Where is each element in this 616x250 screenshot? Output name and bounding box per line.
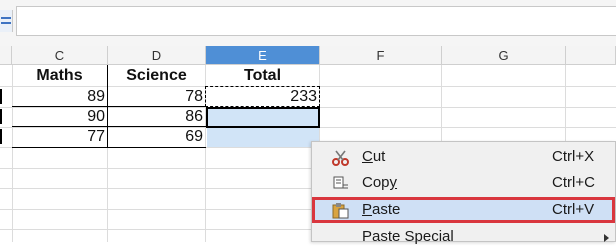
column-header-h[interactable] <box>566 46 616 65</box>
submenu-arrow-icon <box>604 234 609 242</box>
context-menu: Cut Ctrl+X Copy Ctrl+C Paste Ctrl+V Past… <box>311 141 616 245</box>
menu-item-paste[interactable]: Paste Ctrl+V <box>312 197 615 223</box>
copy-icon <box>332 175 350 191</box>
cell-science[interactable]: 86 <box>108 107 205 126</box>
menu-item-cut[interactable]: Cut Ctrl+X <box>312 144 615 170</box>
cell-maths[interactable]: 77 <box>12 127 107 146</box>
column-header-c[interactable]: C <box>12 46 108 65</box>
shortcut-copy: Ctrl+C <box>552 174 595 191</box>
menu-item-paste-special-label: Paste Special <box>362 228 454 245</box>
column-header-g[interactable]: G <box>442 46 566 65</box>
menu-item-paste-special[interactable]: Paste Special <box>312 224 615 250</box>
menu-item-cut-label: Cut <box>362 148 386 165</box>
shortcut-paste: Ctrl+V <box>552 201 595 218</box>
table-border <box>12 147 206 148</box>
cell-total[interactable]: 233 <box>206 87 319 106</box>
name-box-expand-icon[interactable] <box>0 10 13 32</box>
column-header-e[interactable]: E <box>206 46 320 65</box>
cell-total[interactable] <box>206 107 319 126</box>
formula-bar <box>0 0 616 47</box>
column-header-f[interactable]: F <box>320 46 442 65</box>
formula-input[interactable] <box>16 6 616 36</box>
cell-maths[interactable]: 90 <box>12 107 107 126</box>
cell-total[interactable] <box>206 127 319 146</box>
cell-maths[interactable]: 89 <box>12 87 107 106</box>
cell-header-total[interactable]: Total <box>206 66 319 85</box>
cell-science[interactable]: 69 <box>108 127 205 146</box>
cell-header-science[interactable]: Science <box>108 66 205 85</box>
cell-science[interactable]: 78 <box>108 87 205 106</box>
shortcut-cut: Ctrl+X <box>552 148 595 165</box>
column-header-d[interactable]: D <box>108 46 206 65</box>
cell-header-maths[interactable]: Maths <box>12 66 107 85</box>
column-header-left-stub[interactable] <box>0 46 12 65</box>
scissors-icon <box>332 149 350 166</box>
menu-item-paste-label: Paste <box>362 201 401 218</box>
menu-item-copy-label: Copy <box>362 174 398 191</box>
paste-icon <box>332 202 350 219</box>
menu-item-copy[interactable]: Copy Ctrl+C <box>312 170 615 196</box>
